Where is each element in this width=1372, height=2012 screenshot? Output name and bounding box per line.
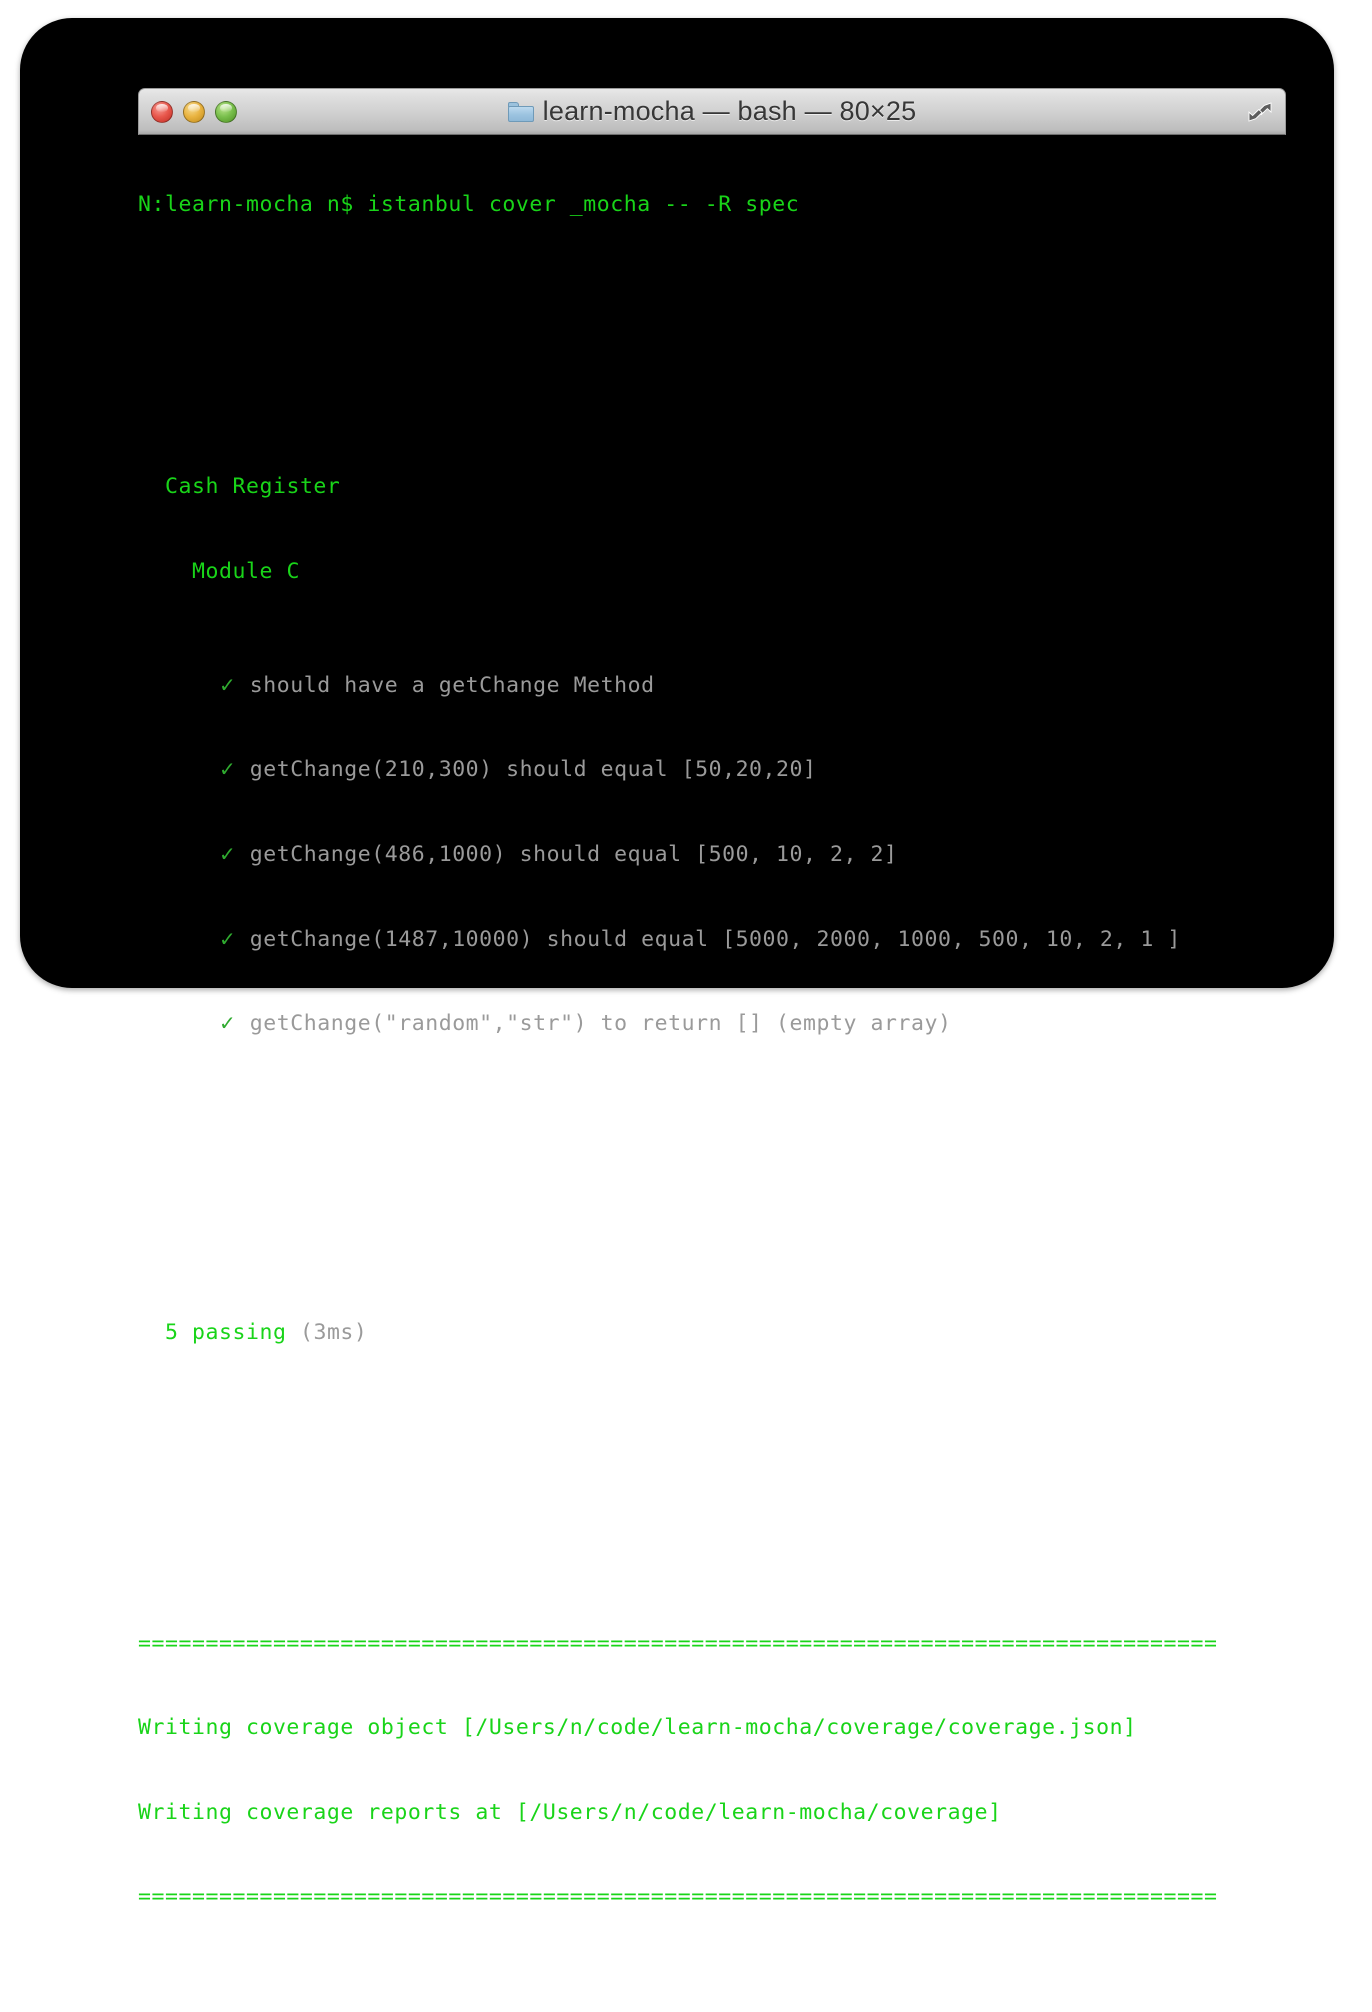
check-icon: ✓ [218,757,237,782]
maximize-button[interactable] [215,101,237,123]
close-button[interactable] [151,101,173,123]
window-title-group: learn-mocha — bash — 80×25 [139,89,1285,134]
suite-title: Cash Register [165,474,341,500]
test-row: ✓ getChange(486,1000) should equal [500,… [138,840,1338,868]
passing-duration: (3ms) [299,1320,368,1346]
test-label: getChange(210,300) should equal [50,20,2… [249,757,817,783]
check-icon: ✓ [218,841,237,866]
prompt-line: N:learn-mocha n$ istanbul cover _mocha -… [138,192,800,218]
terminal-output[interactable]: N:learn-mocha n$ istanbul cover _mocha -… [138,135,1338,1909]
test-label: should have a getChange Method [249,672,655,698]
test-row: ✓ getChange(210,300) should equal [50,20… [138,755,1338,783]
test-row: ✓ getChange("random","str") to return []… [138,1009,1338,1037]
minimize-button[interactable] [183,101,205,123]
passing-count: 5 passing [165,1320,287,1346]
writing-coverage-object: Writing coverage object [/Users/n/code/l… [138,1715,1137,1741]
divider-rule: ========================================… [138,1884,1218,1910]
module-title: Module C [191,558,300,584]
check-icon: ✓ [218,1011,237,1036]
writing-coverage-reports: Writing coverage reports at [/Users/n/co… [138,1799,1002,1825]
test-row: ✓ getChange(1487,10000) should equal [50… [138,925,1338,953]
test-label: getChange(486,1000) should equal [500, 1… [249,841,898,867]
test-label: getChange(1487,10000) should equal [5000… [249,926,1181,952]
window-title: learn-mocha — bash — 80×25 [542,96,917,126]
check-icon: ✓ [218,672,237,697]
check-icon: ✓ [218,926,237,951]
test-row: ✓ should have a getChange Method [138,671,1338,699]
divider-rule: ========================================… [138,1630,1218,1656]
test-label: getChange("random","str") to return [] (… [249,1011,952,1037]
passing-summary: 5 passing (3ms) [138,1319,1338,1347]
folder-icon [507,101,534,122]
window-title-bar[interactable]: learn-mocha — bash — 80×25 [138,88,1286,135]
window-controls [151,101,237,123]
fullscreen-button[interactable] [1247,100,1273,124]
terminal-window: learn-mocha — bash — 80×25 N:learn-mocha… [20,18,1334,1909]
